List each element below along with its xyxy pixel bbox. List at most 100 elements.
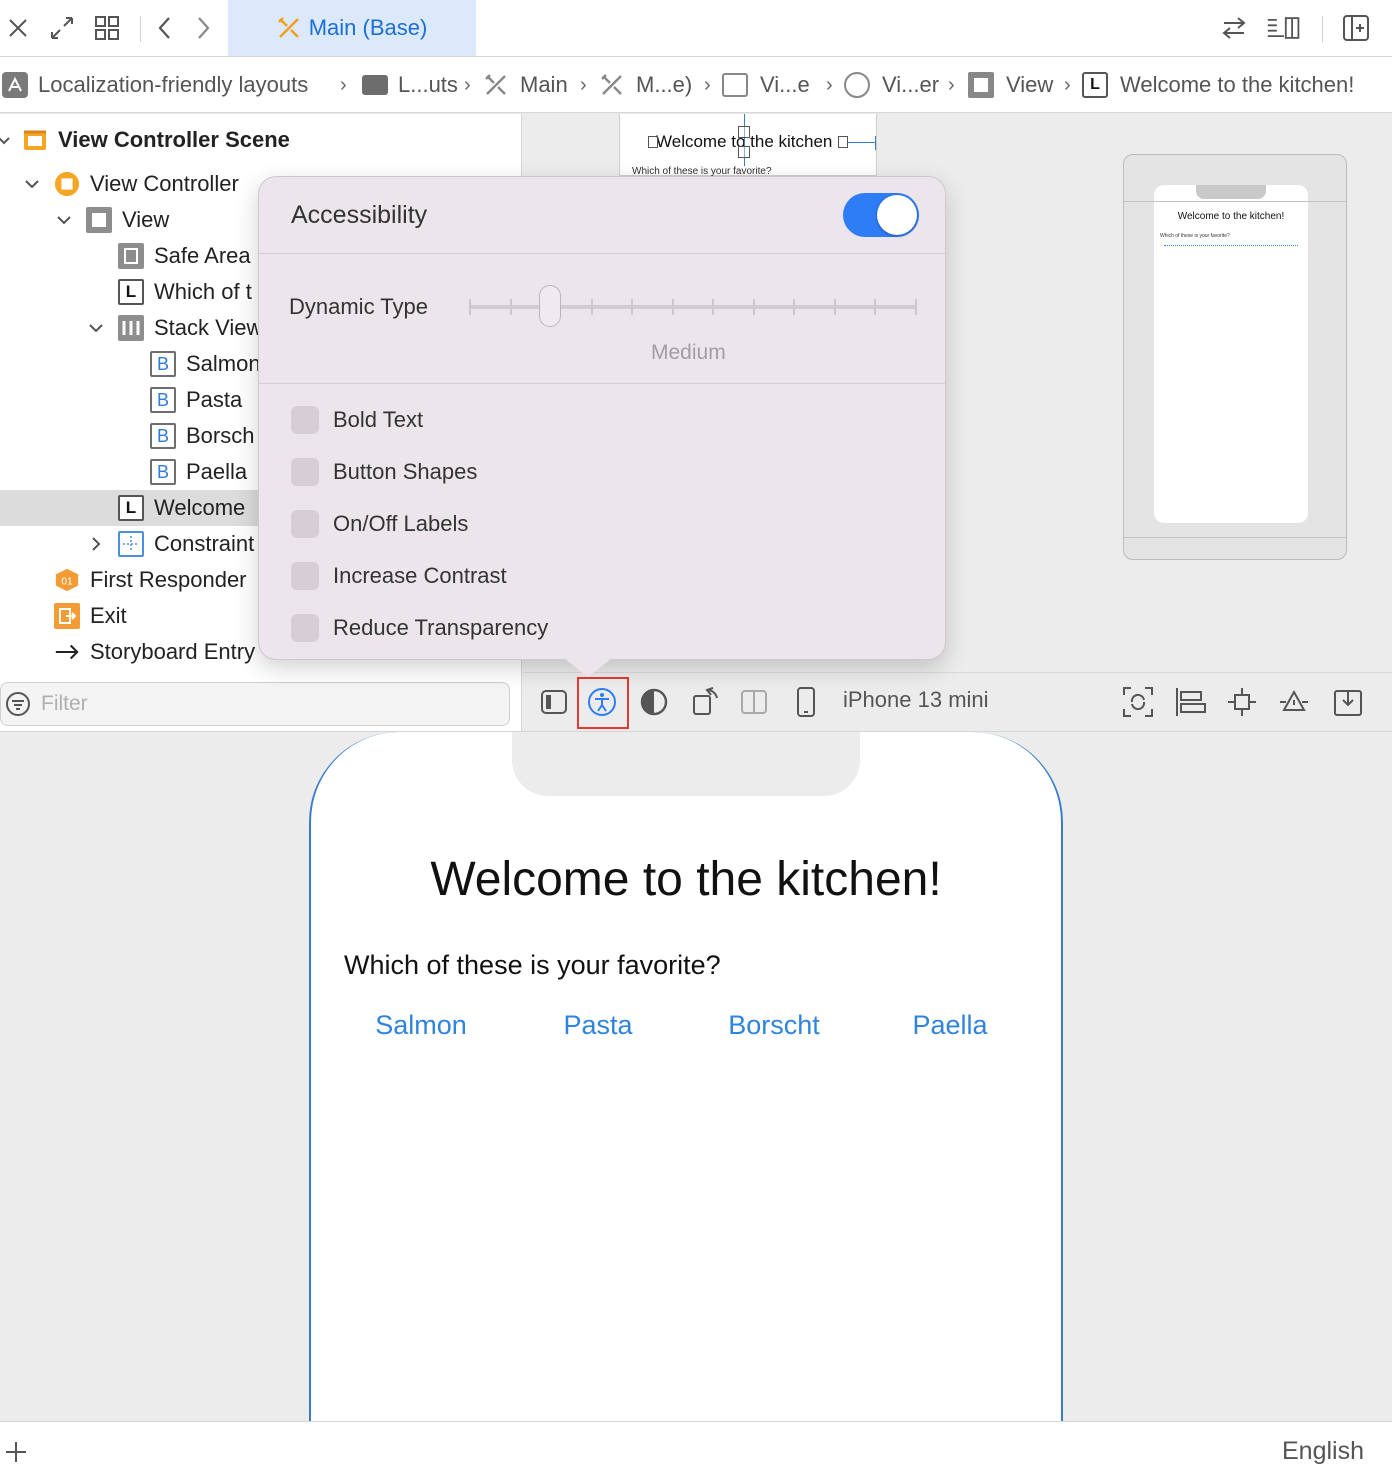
option-label: On/Off Labels — [333, 511, 469, 536]
resize-handle[interactable] — [838, 136, 848, 148]
split-view-icon[interactable] — [737, 685, 771, 719]
align-icon[interactable] — [1173, 685, 1207, 719]
device-name[interactable]: iPhone 13 mini — [843, 687, 989, 713]
choice-button-pasta[interactable]: Pasta — [510, 1010, 686, 1041]
slider-tick — [671, 299, 674, 315]
crumb-label: Vi...er — [882, 72, 940, 97]
crumb-view-controller[interactable]: Vi...er — [844, 57, 939, 113]
dynamic-type-slider[interactable] — [469, 283, 917, 329]
slider-tick — [631, 299, 634, 315]
outline-row-scene[interactable]: View Controller Scene — [0, 122, 522, 158]
option-on-off-labels[interactable]: On/Off Labels — [291, 509, 468, 539]
resize-handle[interactable] — [648, 136, 658, 148]
option-increase-contrast[interactable]: Increase Contrast — [291, 561, 507, 591]
dynamic-type-label: Dynamic Type — [289, 294, 428, 319]
filter-field[interactable]: Filter — [0, 682, 510, 726]
chevron-right-icon[interactable] — [86, 534, 106, 554]
preview-choices — [1164, 245, 1298, 247]
checkbox[interactable] — [291, 406, 319, 434]
tab-label: Main (Base) — [308, 15, 428, 40]
choice-button-borscht[interactable]: Borscht — [686, 1010, 862, 1041]
swap-arrows-icon[interactable] — [1216, 10, 1252, 46]
checkbox[interactable] — [291, 458, 319, 486]
slider-tick — [469, 299, 471, 315]
option-bold-text[interactable]: Bold Text — [291, 405, 423, 435]
appearance-icon[interactable] — [637, 685, 671, 719]
resize-handle[interactable] — [738, 146, 750, 158]
outline-label: Paella — [186, 459, 248, 484]
rotate-device-icon[interactable] — [689, 685, 723, 719]
dynamic-type-value: Medium — [651, 341, 726, 364]
accessibility-toggle[interactable] — [843, 193, 919, 237]
embed-in-icon[interactable] — [1331, 685, 1365, 719]
slider-tick — [752, 299, 755, 315]
expand-icon[interactable] — [44, 10, 80, 46]
crumb-storyboard[interactable]: Main — [484, 57, 568, 113]
outline-label: First Responder — [90, 567, 247, 592]
checkbox[interactable] — [291, 510, 319, 538]
chevron-left-icon[interactable] — [147, 10, 183, 46]
crumb-storyboard-base[interactable]: M...e) — [600, 57, 692, 113]
add-editor-icon[interactable] — [1338, 10, 1374, 46]
tab-main-base[interactable]: Main (Base) — [228, 0, 476, 56]
crumb-view[interactable]: View — [968, 57, 1053, 113]
label-icon: L — [118, 495, 144, 521]
device-icon[interactable] — [789, 685, 823, 719]
crumb-label: Welcome to the kitchen! — [1120, 72, 1355, 97]
checkbox[interactable] — [291, 614, 319, 642]
choice-button-salmon[interactable]: Salmon — [333, 1010, 509, 1041]
folder-icon — [362, 75, 388, 95]
outline-label: Borsch — [186, 423, 255, 448]
slider-track — [469, 305, 917, 309]
outline-label: Exit — [90, 603, 127, 628]
crumb-folder[interactable]: L...uts — [362, 57, 458, 113]
option-button-shapes[interactable]: Button Shapes — [291, 457, 477, 487]
chevron-right-icon: › — [948, 73, 955, 96]
resize-handle[interactable] — [738, 126, 750, 138]
chevron-right-icon[interactable] — [185, 10, 221, 46]
slider-thumb[interactable] — [539, 285, 562, 327]
button-icon: B — [150, 423, 176, 449]
chevron-down-icon[interactable] — [54, 210, 74, 230]
crumb-label: View — [1006, 72, 1054, 97]
device-preview[interactable]: Welcome to the kitchen! Which of these i… — [1123, 154, 1347, 560]
add-constraints-icon[interactable] — [1225, 685, 1259, 719]
accessibility-popover: Accessibility Dynamic Type Medium Bold T… — [258, 176, 946, 660]
option-reduce-transparency[interactable]: Reduce Transparency — [291, 613, 548, 643]
choice-button-paella[interactable]: Paella — [862, 1010, 1038, 1041]
resolve-issues-icon[interactable] — [1277, 685, 1311, 719]
mini-scene[interactable]: Welcome to the kitchen Which of these is… — [619, 114, 877, 177]
checkbox[interactable] — [291, 562, 319, 590]
first-responder-icon: 01 — [54, 567, 80, 593]
chevron-down-icon[interactable] — [86, 318, 106, 338]
plus-icon[interactable] — [4, 1440, 28, 1464]
storyboard-icon — [601, 74, 622, 95]
question-label[interactable]: Which of these is your favorite? — [344, 950, 721, 981]
update-frames-icon[interactable] — [1121, 685, 1155, 719]
outline-label: View Controller — [90, 171, 239, 196]
slider-tick — [509, 299, 512, 315]
storyboard-icon — [277, 17, 299, 38]
welcome-label[interactable]: Welcome to the kitchen! — [311, 852, 1061, 907]
constraint-line — [875, 136, 876, 150]
constraint-line — [848, 142, 876, 143]
button-icon: B — [150, 351, 176, 377]
inspector-list-icon[interactable] — [1266, 10, 1302, 46]
preview-title: Welcome to the kitchen! — [1177, 211, 1285, 222]
outline-label: Safe Area — [154, 243, 251, 268]
tab-bar: Main (Base) — [0, 0, 1392, 57]
crumb-scene[interactable]: Vi...e — [722, 57, 810, 113]
crumb-label: Vi...e — [760, 72, 810, 97]
crumb-label-welcome[interactable]: L Welcome to the kitchen! — [1082, 57, 1354, 113]
chevron-down-icon[interactable] — [0, 130, 14, 150]
crumb-project[interactable]: Localization-friendly layouts — [2, 57, 308, 113]
related-items-icon[interactable] — [89, 10, 125, 46]
language-selector[interactable]: English — [1282, 1437, 1364, 1466]
chevron-down-icon[interactable] — [22, 174, 42, 194]
sidebar-toggle-icon[interactable] — [537, 685, 571, 719]
entry-arrow-icon — [54, 639, 80, 665]
bottom-bar: English — [0, 1421, 1392, 1484]
accessibility-icon[interactable] — [585, 685, 619, 719]
outline-label: Salmon — [186, 351, 261, 376]
close-icon[interactable] — [0, 10, 36, 46]
